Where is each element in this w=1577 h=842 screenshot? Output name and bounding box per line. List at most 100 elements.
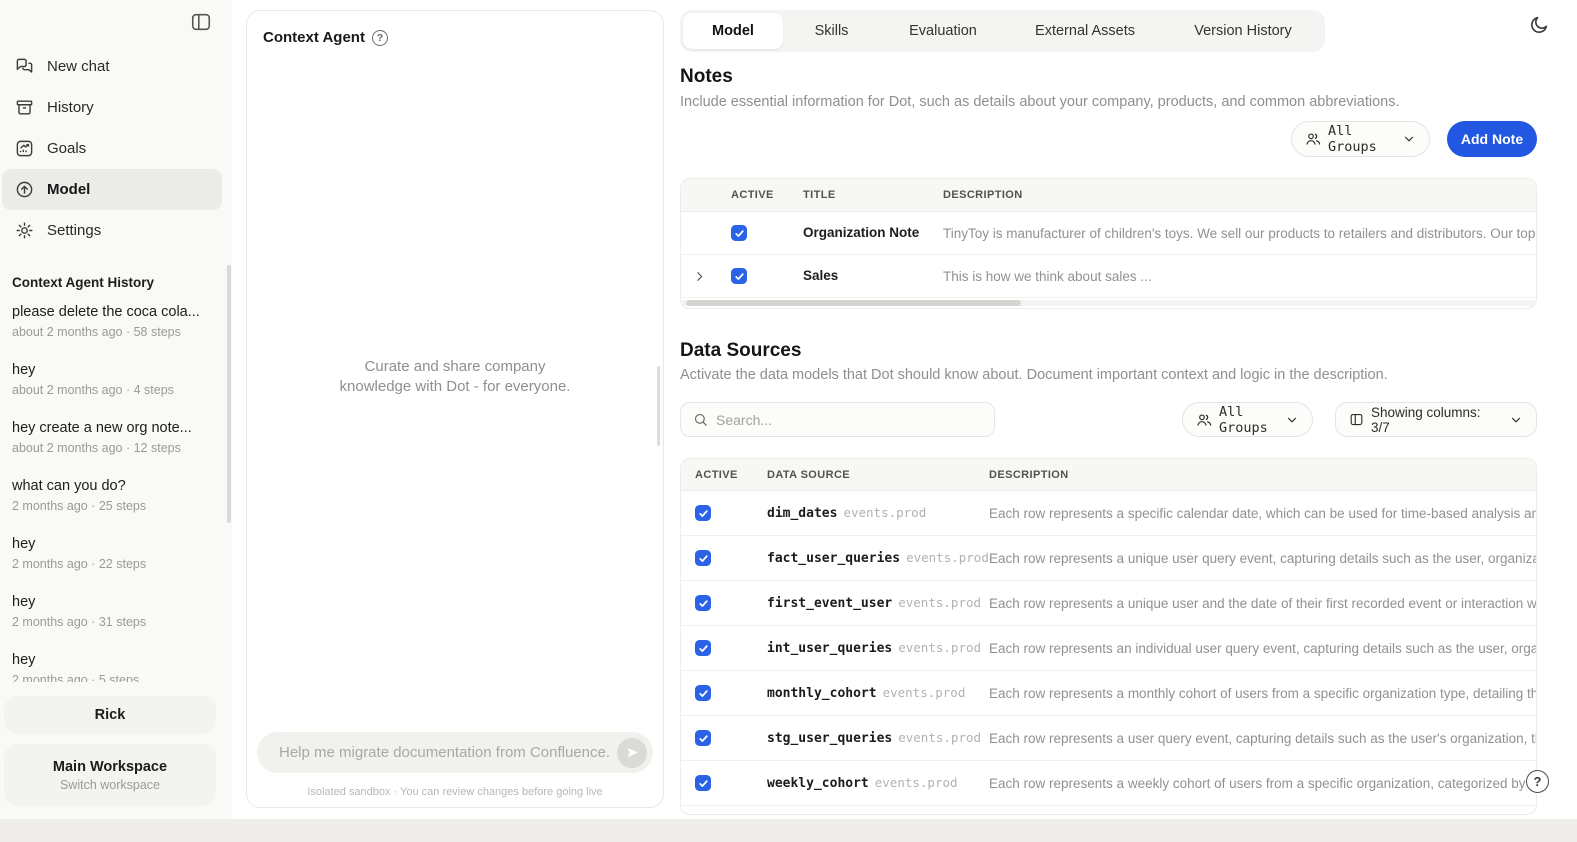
active-checkbox[interactable] [695,595,711,611]
notes-table: ACTIVE TITLE DESCRIPTION Organization No… [680,178,1537,309]
table-row: monthly_cohort events.prod Each row repre… [681,671,1536,716]
agent-message-input[interactable] [257,744,617,761]
app-root: New chat History Goals Model [0,0,1577,842]
context-agent-title: Context Agent [263,29,365,46]
sidebar-item-goals[interactable]: Goals [2,128,222,169]
note-title: Sales [803,268,838,283]
agent-input-container [257,732,653,773]
table-row: dim_datesevents.prod Each row represents… [681,491,1536,536]
agent-empty-state: Curate and share company knowledge with … [337,357,573,397]
tab-skills[interactable]: Skills [783,13,880,49]
active-checkbox[interactable] [695,550,711,566]
notes-group-filter[interactable]: All Groups [1291,121,1430,157]
data-source-name: monthly_cohort [767,686,877,701]
tab-model[interactable]: Model [683,13,783,49]
history-item[interactable]: hey about 2 months ago · 4 steps [12,361,212,419]
sidebar-item-label: Goals [47,140,86,157]
users-icon [1305,131,1321,147]
paper-plane-icon [625,745,640,760]
context-agent-header: Context Agent ? [263,29,388,46]
users-icon [1196,412,1212,428]
help-icon[interactable]: ? [372,30,388,46]
chevron-down-icon [1285,413,1299,427]
add-note-button[interactable]: Add Note [1447,121,1537,157]
main-content: Model Skills Evaluation External Assets … [680,0,1577,842]
data-source-name: weekly_cohort [767,776,869,791]
table-row: stg_user_queriesevents.prod Each row rep… [681,716,1536,761]
data-source-schema: events.prod [898,640,981,655]
sidebar-item-label: History [47,99,94,116]
sidebar-item-model[interactable]: Model [2,169,222,210]
dark-mode-toggle[interactable] [1528,12,1554,38]
data-source-schema: events.prod [843,505,926,520]
active-checkbox[interactable] [695,775,711,791]
data-source-description: Each row represents a specific calendar … [989,506,1536,521]
data-source-name: fact_user_queries [767,551,900,566]
tab-evaluation[interactable]: Evaluation [880,13,1006,49]
data-sources-table-header: ACTIVE DATA SOURCE DESCRIPTION [681,459,1536,491]
history-item[interactable]: hey 2 months ago · 5 steps [12,651,212,682]
active-checkbox[interactable] [695,685,711,701]
data-source-schema: events.prod [898,730,981,745]
help-button[interactable]: ? [1526,770,1549,793]
history-item[interactable]: hey 2 months ago · 31 steps [12,593,212,651]
active-checkbox[interactable] [695,505,711,521]
context-agent-history-list: please delete the coca cola... about 2 m… [12,303,212,682]
table-row: Organization Note TinyToy is manufacture… [681,212,1536,255]
search-icon [693,412,708,427]
note-description: TinyToy is manufacturer of children's to… [943,226,1536,241]
data-source-description: Each row represents a unique user query … [989,551,1536,566]
chart-square-icon [14,139,34,159]
sidebar-item-history[interactable]: History [2,87,222,128]
page-bottom-edge [0,819,1577,842]
data-source-description: Each row represents a user query event, … [989,731,1536,746]
tab-version-history[interactable]: Version History [1164,13,1322,49]
notes-description: Include essential information for Dot, s… [680,94,1399,110]
history-item[interactable]: please delete the coca cola... about 2 m… [12,303,212,361]
sidebar-item-label: New chat [47,58,110,75]
chevron-right-icon[interactable] [681,270,717,283]
history-item[interactable]: what can you do? 2 months ago · 25 steps [12,477,212,535]
note-title: Organization Note [803,225,919,240]
data-source-description: Each row represents a monthly cohort of … [989,686,1536,701]
active-checkbox[interactable] [731,268,747,284]
active-checkbox[interactable] [695,640,711,656]
workspace-name: Main Workspace [53,759,167,775]
scrollbar-thumb[interactable] [686,300,1021,306]
table-row: fact_user_queries events.prod Each row re… [681,536,1536,581]
search-input[interactable] [716,412,982,428]
table-row: weekly_cohort events.prod Each row repres… [681,761,1536,806]
data-source-name: int_user_queries [767,641,892,656]
data-source-schema: events.prod [875,775,958,790]
workspace-switcher[interactable]: Main Workspace Switch workspace [4,744,216,806]
history-item[interactable]: hey create a new org note... about 2 mon… [12,419,212,477]
table-row: Sales This is how we think about sales .… [681,255,1536,298]
sidebar-nav: New chat History Goals Model [0,46,232,251]
showing-columns-selector[interactable]: Showing columns: 3/7 [1335,402,1537,437]
send-button[interactable] [617,738,647,768]
sidebar-item-settings[interactable]: Settings [2,210,222,251]
agent-panel-scrollbar[interactable] [657,366,660,446]
data-source-schema: events.prod [906,550,989,565]
data-sources-group-filter[interactable]: All Groups [1182,402,1313,437]
table-row: int_user_queriesevents.prod Each row rep… [681,626,1536,671]
user-button[interactable]: Rick [4,696,216,734]
note-description: This is how we think about sales ... [943,269,1536,284]
history-item[interactable]: hey 2 months ago · 22 steps [12,535,212,593]
chevron-down-icon [1509,413,1523,427]
sidebar-toggle-icon[interactable] [190,11,212,33]
gear-icon [14,221,34,241]
chevron-down-icon [1402,132,1416,146]
active-checkbox[interactable] [731,225,747,241]
sidebar-item-new-chat[interactable]: New chat [2,46,222,87]
data-source-description: Each row represents a weekly cohort of u… [989,776,1536,791]
workspace-action: Switch workspace [60,778,160,792]
active-checkbox[interactable] [695,730,711,746]
tab-external-assets[interactable]: External Assets [1006,13,1164,49]
user-name: Rick [95,707,126,723]
moon-icon [1528,14,1554,36]
data-sources-table: ACTIVE DATA SOURCE DESCRIPTION dim_dates… [680,458,1537,815]
sidebar-scrollbar[interactable] [227,265,231,523]
sidebar: New chat History Goals Model [0,0,232,842]
data-source-schema: events.prod [883,685,966,700]
